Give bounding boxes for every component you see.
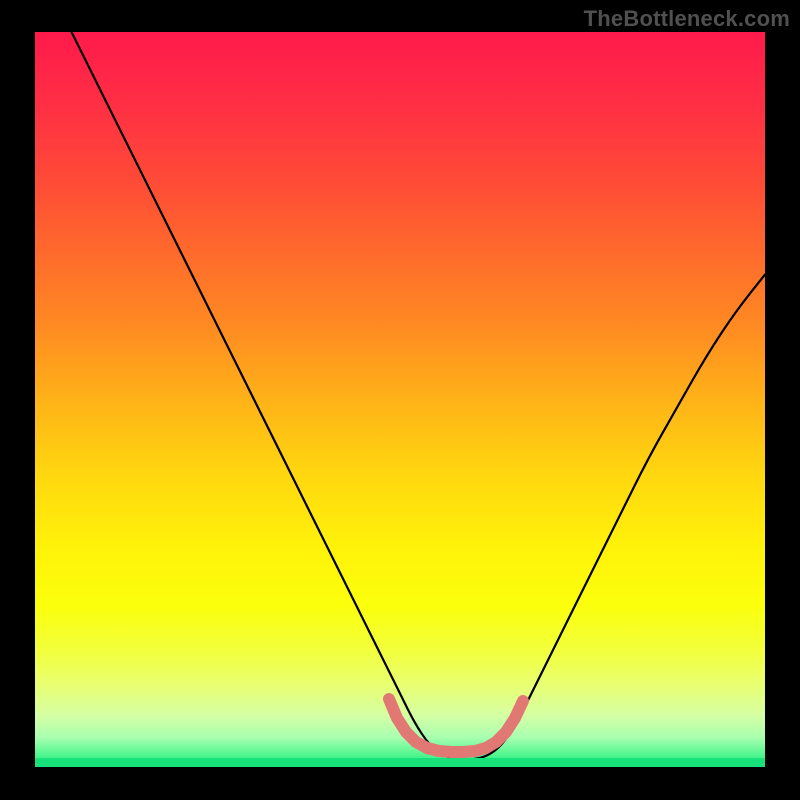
- plot-area: [35, 32, 765, 767]
- chart-frame: TheBottleneck.com: [0, 0, 800, 800]
- watermark-text: TheBottleneck.com: [584, 6, 790, 32]
- optimal-range-marker: [35, 32, 765, 767]
